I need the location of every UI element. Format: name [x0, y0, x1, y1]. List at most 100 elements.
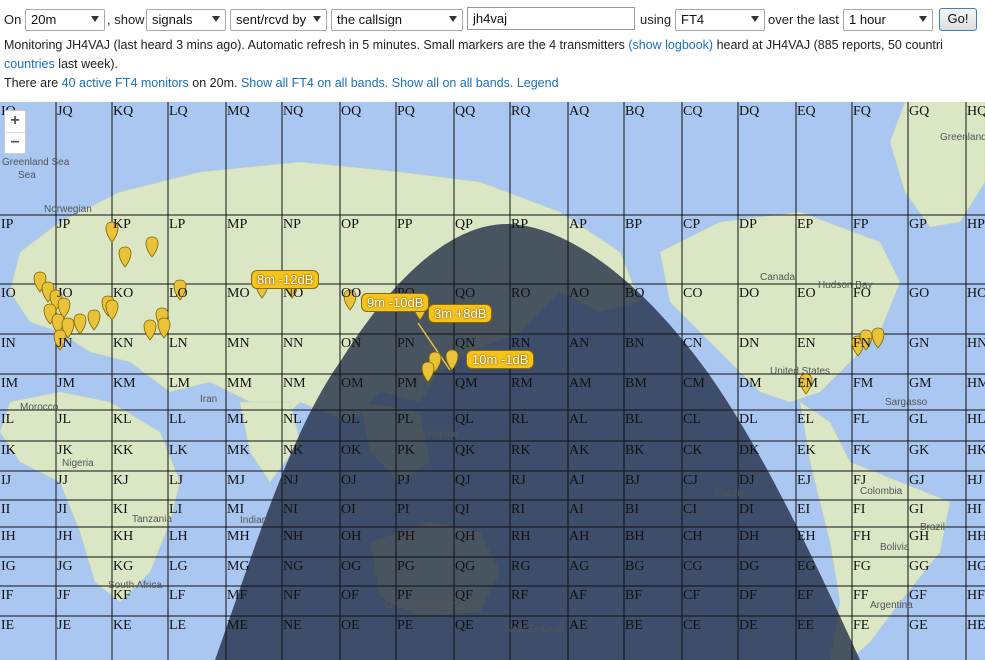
grid-square-label: DF	[739, 588, 757, 603]
grid-square-label: AO	[569, 286, 590, 301]
grid-square-label: OO	[341, 286, 362, 301]
label-greenland-sea: Greenland Sea	[2, 157, 70, 168]
grid-square-label: DL	[739, 412, 758, 427]
grid-square-label: GK	[909, 443, 930, 458]
grid-square-label: GE	[909, 618, 928, 633]
direction-select[interactable]: sent/rcvd by	[230, 9, 327, 31]
grid-square-label: EP	[797, 217, 814, 232]
grid-square-label: BI	[625, 502, 639, 517]
show-select[interactable]: signals	[146, 9, 226, 31]
grid-square-label: ME	[227, 618, 248, 633]
grid-square-label: CH	[683, 529, 703, 544]
grid-square-label: OM	[341, 376, 364, 391]
grid-square-label: CO	[683, 286, 703, 301]
callsign-input[interactable]: jh4vaj	[467, 7, 635, 30]
grid-square-label: JL	[57, 412, 71, 427]
grid-square-label: KH	[113, 529, 134, 544]
show-logbook-link[interactable]: (show logbook)	[628, 38, 713, 52]
world-map[interactable]: IQJQKQLQMQNQOQPQQQRQAQBQCQDQEQFQGQHQIPJP…	[0, 102, 985, 660]
grid-square-label: LK	[169, 443, 188, 458]
chevron-down-icon	[91, 16, 99, 22]
grid-square-label: FL	[853, 412, 870, 427]
grid-square-label: HQ	[967, 104, 985, 119]
label-argentina: Argentina	[870, 600, 913, 611]
using-label: using	[640, 12, 672, 27]
grid-square-label: CJ	[683, 473, 698, 488]
grid-square-label: FH	[853, 529, 871, 544]
grid-square-label: CE	[683, 618, 701, 633]
grid-square-label: AL	[569, 412, 588, 427]
grid-square-label: HN	[967, 336, 985, 351]
grid-square-label: HE	[967, 618, 985, 633]
grid-square-label: JG	[57, 559, 73, 574]
subject-select[interactable]: the callsign	[331, 9, 463, 31]
grid-square-label: GN	[909, 336, 930, 351]
chevron-down-icon	[449, 16, 457, 22]
band-select[interactable]: 20m	[25, 9, 105, 31]
grid-square-label: IP	[1, 217, 14, 232]
grid-square-label: BO	[625, 286, 645, 301]
map-marker[interactable]	[871, 327, 885, 349]
period-select[interactable]: 1 hour	[843, 9, 933, 31]
grid-square-label: NM	[283, 376, 306, 391]
grid-square-label: GM	[909, 376, 932, 391]
grid-square-label: RF	[511, 588, 529, 603]
signal-callout[interactable]: 9m -10dB	[361, 293, 430, 312]
info-text: on 20m.	[188, 76, 241, 90]
chevron-down-icon	[212, 16, 220, 22]
grid-square-label: AN	[569, 336, 590, 351]
chevron-down-icon	[313, 16, 321, 22]
grid-square-label: KG	[113, 559, 134, 574]
grid-square-label: KJ	[113, 473, 129, 488]
grid-square-label: JH	[57, 529, 73, 544]
grid-square-label: CN	[683, 336, 703, 351]
grid-square-label: DI	[739, 502, 754, 517]
mode-select[interactable]: FT4	[675, 9, 765, 31]
mode-select-value: FT4	[681, 12, 705, 27]
zoom-in-button[interactable]: +	[5, 111, 25, 132]
grid-square-label: LP	[169, 217, 186, 232]
show-all-bands-link[interactable]: Show all on all bands.	[392, 76, 514, 90]
grid-square-label: FE	[853, 618, 870, 633]
grid-square-label: JE	[57, 618, 71, 633]
label-bolivia: Bolivia	[880, 542, 910, 553]
grid-square-label: HL	[967, 412, 985, 427]
search-controls: On 20m , show signals sent/rcvd by the c…	[0, 0, 985, 36]
grid-square-label: EO	[797, 286, 816, 301]
go-button[interactable]: Go!	[939, 8, 977, 31]
grid-square-label: JQ	[57, 104, 73, 119]
grid-square-label: CG	[683, 559, 703, 574]
grid-square-label: KI	[113, 502, 128, 517]
active-monitors-link[interactable]: 40 active FT4 monitors	[62, 76, 189, 90]
grid-square-label: BK	[625, 443, 645, 458]
grid-square-label: AG	[569, 559, 590, 574]
grid-square-label: KP	[113, 217, 131, 232]
label-canada: Canada	[760, 272, 796, 283]
zoom-out-button[interactable]: −	[5, 132, 25, 153]
grid-square-label: PK	[397, 443, 415, 458]
grid-square-label: FP	[853, 217, 869, 232]
countries-link[interactable]: countries	[4, 57, 55, 71]
grid-square-label: PN	[397, 336, 415, 351]
label-south-africa: South Africa	[108, 580, 162, 591]
grid-square-label: QK	[455, 443, 476, 458]
label-morocco: Morocco	[20, 402, 59, 413]
grid-square-label: DQ	[739, 104, 760, 119]
grid-square-label: QH	[455, 529, 476, 544]
info-text: last week).	[54, 57, 118, 71]
grid-square-label: CM	[683, 376, 705, 391]
grid-square-label: OL	[341, 412, 360, 427]
legend-link[interactable]: Legend	[517, 76, 559, 90]
show-all-ft4-link[interactable]: Show all FT4 on all bands.	[241, 76, 388, 90]
grid-square-label: MQ	[227, 104, 250, 119]
grid-square-label: PG	[397, 559, 415, 574]
grid-square-label: BQ	[625, 104, 645, 119]
grid-square-label: IG	[1, 559, 16, 574]
signal-callout[interactable]: 10m -1dB	[466, 350, 535, 369]
grid-square-label: BF	[625, 588, 643, 603]
grid-square-label: AP	[569, 217, 587, 232]
signal-callout[interactable]: 3m +8dB	[428, 304, 493, 323]
grid-square-label: QI	[455, 502, 470, 517]
period-select-value: 1 hour	[849, 12, 886, 27]
signal-callout[interactable]: 8m -12dB	[251, 270, 320, 289]
